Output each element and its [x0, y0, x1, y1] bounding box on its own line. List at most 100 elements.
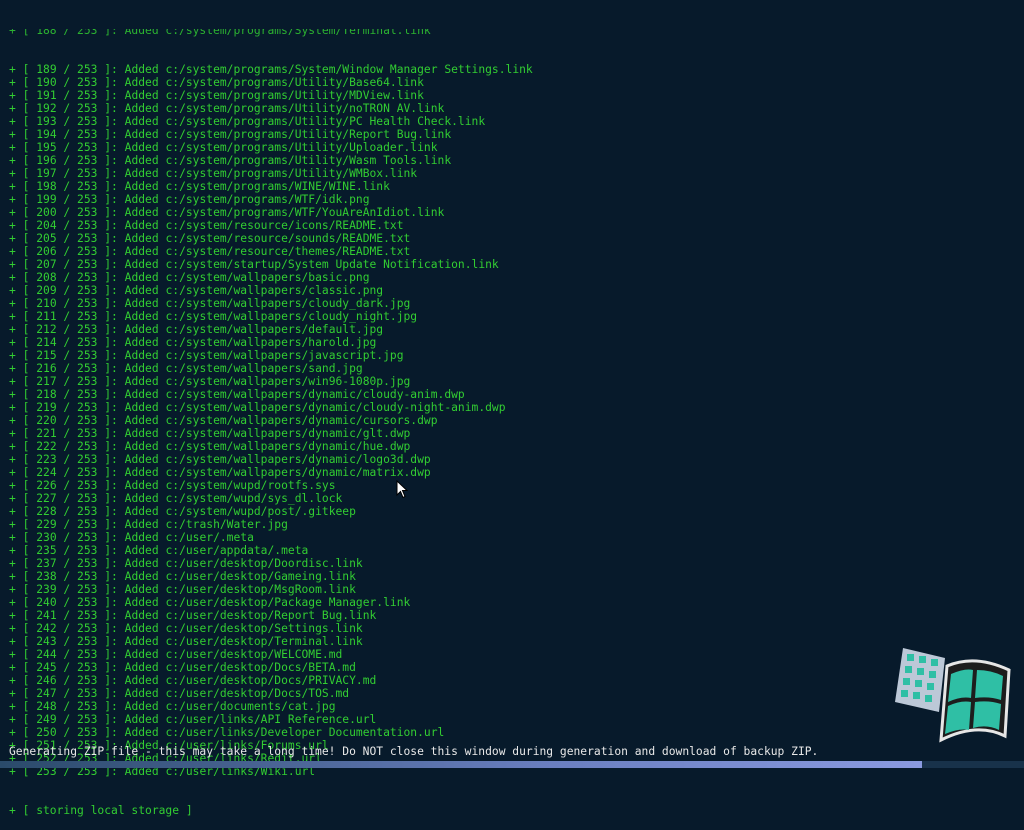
log-plus: +: [9, 544, 23, 557]
log-close: ]:: [97, 219, 125, 232]
log-total: 253: [77, 531, 98, 544]
log-line: + [ 195 / 253 ]: Added c:/system/program…: [9, 141, 1024, 154]
log-slash: /: [56, 518, 78, 531]
log-text: Added c:/user/desktop/Doordisc.link: [124, 557, 363, 570]
log-total: 253: [77, 505, 98, 518]
log-num: 222: [36, 440, 57, 453]
log-total: 253: [77, 167, 98, 180]
log-slash: /: [56, 544, 78, 557]
log-close: ]:: [97, 167, 125, 180]
terminal-log: + [ 188 / 253 ]: Added c:/system/program…: [9, 0, 1024, 830]
log-open: [: [22, 102, 37, 115]
log-final-line: + [ storing local storage ]: [9, 804, 193, 817]
log-line: + [ 192 / 253 ]: Added c:/system/program…: [9, 102, 1024, 115]
log-open: [: [22, 388, 37, 401]
log-line: + [ 224 / 253 ]: Added c:/system/wallpap…: [9, 466, 1024, 479]
log-slash: /: [56, 492, 78, 505]
log-plus: +: [9, 518, 23, 531]
log-line: + [ 219 / 253 ]: Added c:/system/wallpap…: [9, 401, 1024, 414]
log-total: 253: [77, 375, 98, 388]
log-plus: +: [9, 713, 23, 726]
log-line: + [ 222 / 253 ]: Added c:/system/wallpap…: [9, 440, 1024, 453]
log-total: 253: [77, 258, 98, 271]
log-total: 253: [77, 219, 98, 232]
log-slash: /: [56, 596, 78, 609]
log-text: Added c:/system/programs/Utility/Report …: [124, 128, 452, 141]
log-close: ]:: [97, 479, 125, 492]
log-slash: /: [56, 583, 78, 596]
log-plus: +: [9, 310, 23, 323]
log-total: 253: [77, 687, 98, 700]
log-total: 253: [77, 297, 98, 310]
log-close: ]:: [97, 557, 125, 570]
log-open: [: [22, 76, 37, 89]
log-slash: /: [56, 102, 78, 115]
log-close: ]:: [97, 284, 125, 297]
log-num: 244: [36, 648, 57, 661]
log-line: + [ 246 / 253 ]: Added c:/user/desktop/D…: [9, 674, 1024, 687]
log-line: + [ 243 / 253 ]: Added c:/user/desktop/T…: [9, 635, 1024, 648]
log-plus: +: [9, 700, 23, 713]
log-text: Added c:/trash/Water.jpg: [124, 518, 288, 531]
progress-bar: [0, 761, 1024, 768]
log-num: 190: [36, 76, 57, 89]
log-num: 237: [36, 557, 57, 570]
log-num: 199: [36, 193, 57, 206]
windows96-logo-icon: [895, 648, 1011, 743]
log-text: Added c:/system/wallpapers/harold.jpg: [124, 336, 377, 349]
log-line: + [ 230 / 253 ]: Added c:/user/.meta: [9, 531, 1024, 544]
log-line: + [ 210 / 253 ]: Added c:/system/wallpap…: [9, 297, 1024, 310]
log-num: 239: [36, 583, 57, 596]
log-plus: +: [9, 154, 23, 167]
log-slash: /: [56, 375, 78, 388]
log-slash: /: [56, 232, 78, 245]
log-slash: /: [56, 180, 78, 193]
log-total: 253: [77, 323, 98, 336]
log-total: 253: [77, 180, 98, 193]
log-close: ]:: [97, 349, 125, 362]
log-close: ]:: [97, 362, 125, 375]
log-plus: +: [9, 167, 23, 180]
log-num: 214: [36, 336, 57, 349]
log-num: 211: [36, 310, 57, 323]
log-text: Added c:/system/wallpapers/dynamic/matri…: [124, 466, 431, 479]
log-total: 253: [77, 518, 98, 531]
log-close: ]:: [97, 440, 125, 453]
log-open: [: [22, 167, 37, 180]
log-line: + [ 240 / 253 ]: Added c:/user/desktop/P…: [9, 596, 1024, 609]
log-line: + [ 200 / 253 ]: Added c:/system/program…: [9, 206, 1024, 219]
log-text: Added c:/system/wallpapers/cloudy_night.…: [124, 310, 418, 323]
log-close: ]:: [97, 271, 125, 284]
log-line: + [ 242 / 253 ]: Added c:/user/desktop/S…: [9, 622, 1024, 635]
log-line-partial: + [ 188 / 253 ]: Added c:/system/program…: [9, 24, 431, 37]
log-plus: +: [9, 570, 23, 583]
log-open: [: [22, 297, 37, 310]
log-total: 253: [77, 726, 98, 739]
log-text: Added c:/user/appdata/.meta: [124, 544, 309, 557]
log-plus: +: [9, 271, 23, 284]
log-text: Added c:/system/programs/WTF/idk.png: [124, 193, 370, 206]
log-text: Added c:/system/wupd/rootfs.sys: [124, 479, 336, 492]
log-slash: /: [56, 284, 78, 297]
log-slash: /: [56, 115, 78, 128]
log-text: Added c:/user/desktop/Gameing.link: [124, 570, 356, 583]
log-close: ]:: [97, 336, 125, 349]
log-total: 253: [77, 206, 98, 219]
log-line: + [ 221 / 253 ]: Added c:/system/wallpap…: [9, 427, 1024, 440]
log-line: + [ 249 / 253 ]: Added c:/user/links/API…: [9, 713, 1024, 726]
log-open: [: [22, 492, 37, 505]
log-close: ]:: [97, 622, 125, 635]
log-total: 253: [77, 479, 98, 492]
log-text: Added c:/system/wallpapers/classic.png: [124, 284, 384, 297]
log-text: Added c:/system/wallpapers/dynamic/curso…: [124, 414, 438, 427]
log-line: + [ 215 / 253 ]: Added c:/system/wallpap…: [9, 349, 1024, 362]
log-line: + [ 247 / 253 ]: Added c:/user/desktop/D…: [9, 687, 1024, 700]
log-plus: +: [9, 284, 23, 297]
log-open: [: [22, 687, 37, 700]
log-slash: /: [56, 635, 78, 648]
log-total: 253: [77, 89, 98, 102]
log-close: ]:: [97, 375, 125, 388]
log-text: Added c:/user/desktop/Report Bug.link: [124, 609, 377, 622]
log-open: [: [22, 570, 37, 583]
log-plus: +: [9, 336, 23, 349]
